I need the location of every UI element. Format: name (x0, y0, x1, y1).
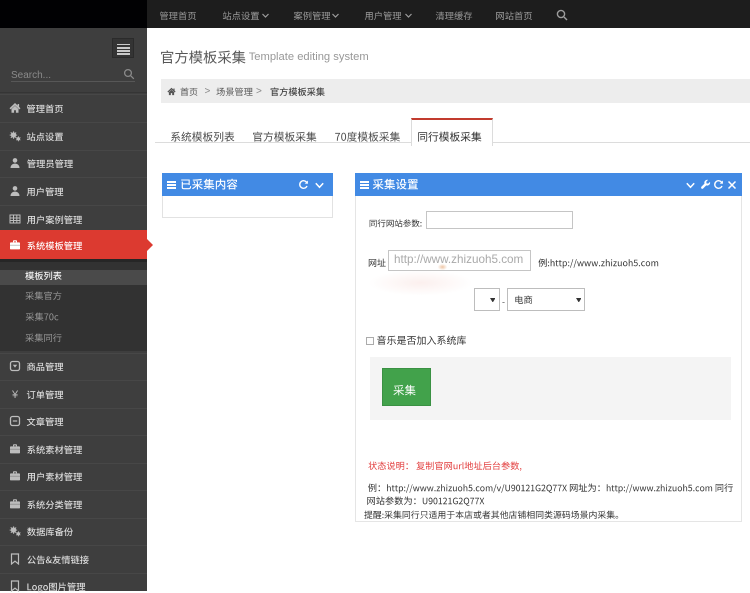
svg-text:¥: ¥ (10, 389, 18, 400)
